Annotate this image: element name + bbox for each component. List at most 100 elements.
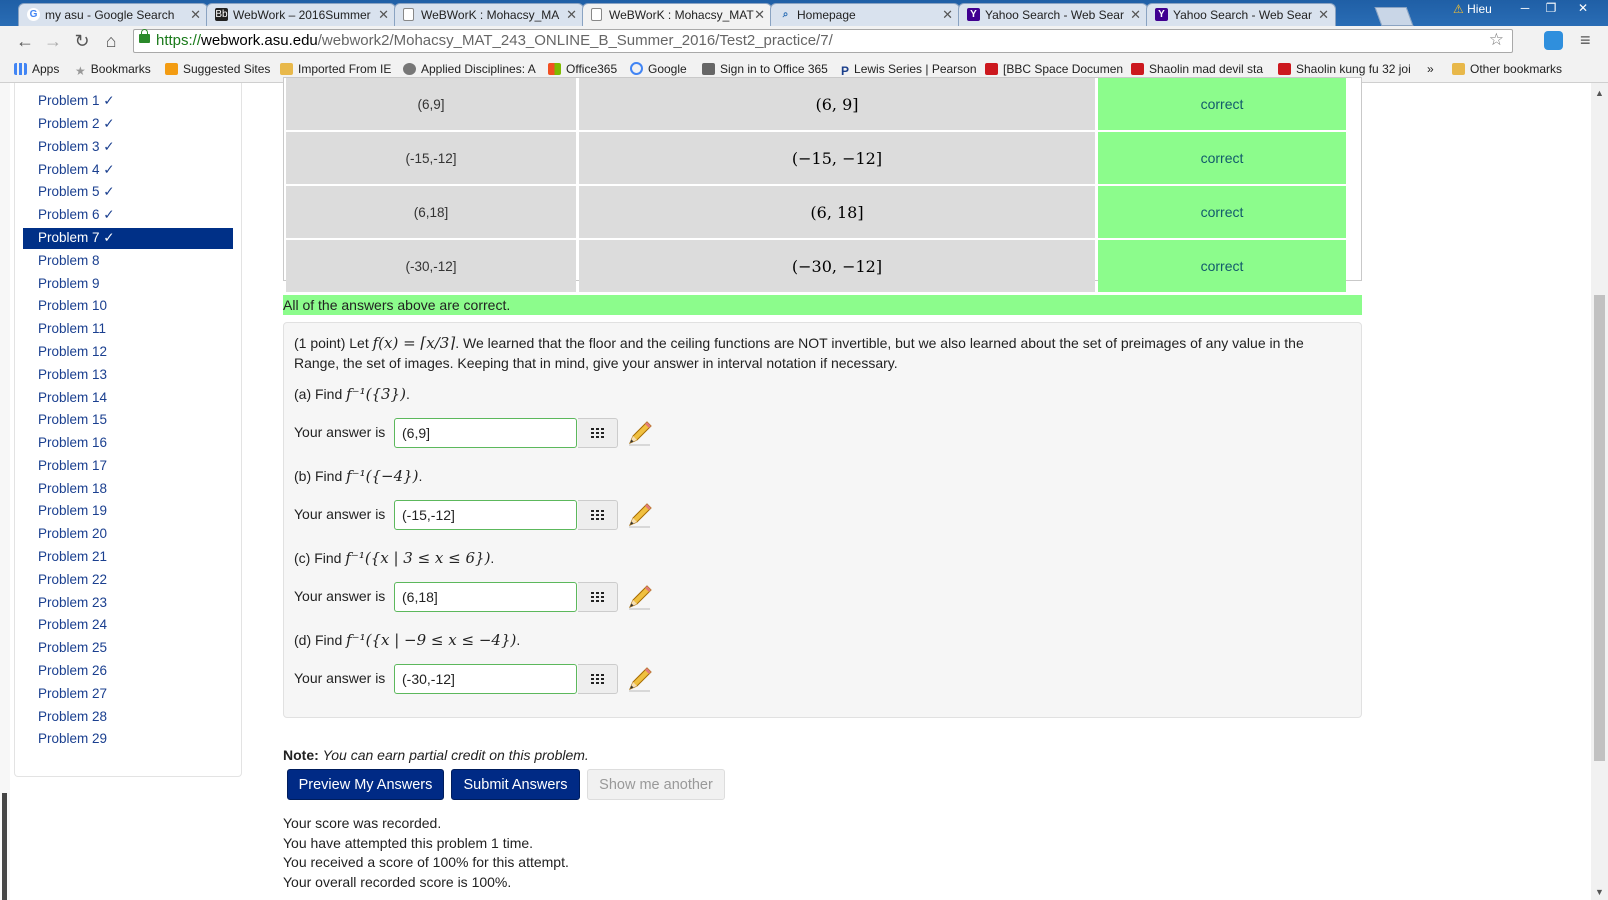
restore-icon[interactable]: ❐ <box>1538 0 1564 18</box>
tab-yahoo-search-2[interactable]: Y Yahoo Search - Web Sear ✕ <box>1146 3 1336 26</box>
sidebar-item-problem-7[interactable]: Problem 7 ✓ <box>23 228 233 249</box>
entered-answer: (-30,-12] <box>286 240 576 292</box>
bookmark-apps[interactable]: Apps <box>14 62 59 76</box>
answer-d-input[interactable] <box>394 664 577 694</box>
menu-icon[interactable]: ≡ <box>1580 31 1596 49</box>
grid-icon <box>590 428 604 438</box>
bookmark-label: Google <box>648 62 687 76</box>
answer-c-input[interactable] <box>394 582 577 612</box>
sidebar-item-problem-3[interactable]: Problem 3 ✓ <box>23 137 233 158</box>
close-window-icon[interactable]: ✕ <box>1568 0 1598 18</box>
answer-a-input[interactable] <box>394 418 577 448</box>
bookmark-bookmarks[interactable]: ★ Bookmarks <box>75 62 151 78</box>
sidebar-item-problem-28[interactable]: Problem 28 <box>23 707 233 728</box>
sidebar-item-problem-29[interactable]: Problem 29 <box>23 729 233 750</box>
equation-editor-button[interactable] <box>578 664 618 694</box>
pencil-icon[interactable] <box>626 665 654 693</box>
tab-webwork-2016summer[interactable]: Bb WebWork – 2016Summer ✕ <box>206 3 396 26</box>
bookmark-star-icon[interactable]: ☆ <box>1489 30 1504 50</box>
close-tab-icon[interactable]: ✕ <box>942 7 953 23</box>
sidebar-item-problem-6[interactable]: Problem 6 ✓ <box>23 205 233 226</box>
new-tab-button[interactable] <box>1374 7 1414 26</box>
sidebar-item-problem-22[interactable]: Problem 22 <box>23 570 233 591</box>
sidebar-item-problem-26[interactable]: Problem 26 <box>23 661 233 682</box>
sidebar-item-problem-20[interactable]: Problem 20 <box>23 524 233 545</box>
show-another-button[interactable]: Show me another <box>587 769 725 800</box>
preview-answers-button[interactable]: Preview My Answers <box>287 769 444 800</box>
reload-icon[interactable]: ↻ <box>71 30 93 52</box>
bookmark-sign-in-office365[interactable]: Sign in to Office 365 <box>702 62 828 76</box>
bookmark-bbc-space[interactable]: [BBC Space Documen <box>985 62 1123 76</box>
results-table: (6,9] (6, 9] correct (-15,-12] (−15, −12… <box>283 77 1362 292</box>
bookmark-lewis-series[interactable]: P Lewis Series | Pearson <box>841 62 977 78</box>
bookmark-office365[interactable]: Office365 <box>548 62 617 76</box>
sidebar-item-problem-25[interactable]: Problem 25 <box>23 638 233 659</box>
close-tab-icon[interactable]: ✕ <box>754 7 765 23</box>
sidebar-item-problem-18[interactable]: Problem 18 <box>23 479 233 500</box>
tab-homepage[interactable]: ⌕ Homepage ✕ <box>770 3 960 26</box>
sidebar-item-problem-10[interactable]: Problem 10 <box>23 296 233 317</box>
sidebar-item-problem-27[interactable]: Problem 27 <box>23 684 233 705</box>
equation-editor-button[interactable] <box>578 500 618 530</box>
sidebar-item-problem-13[interactable]: Problem 13 <box>23 365 233 386</box>
problem-statement: (1 point) Let f(x) = ⌈x/3⌉. We learned t… <box>294 333 1344 373</box>
sidebar-item-problem-4[interactable]: Problem 4 ✓ <box>23 160 233 181</box>
pencil-icon[interactable] <box>626 419 654 447</box>
bookmark-shaolin-mad-devil[interactable]: Shaolin mad devil sta <box>1131 62 1263 76</box>
tab-webwork-mohacsy-1[interactable]: WeBWorK : Mohacsy_MA ✕ <box>394 3 584 26</box>
bookmark-imported-from-ie[interactable]: Imported From IE <box>280 62 391 76</box>
sidebar-item-problem-23[interactable]: Problem 23 <box>23 593 233 614</box>
url-host: webwork.asu.edu <box>201 32 318 49</box>
close-tab-icon[interactable]: ✕ <box>190 7 201 23</box>
tab-my-asu-google-search[interactable]: G my asu - Google Search ✕ <box>18 3 208 26</box>
tab-webwork-mohacsy-active[interactable]: WeBWorK : Mohacsy_MAT ✕ <box>582 3 772 26</box>
scroll-up-arrow-icon[interactable]: ▲ <box>1595 88 1604 98</box>
close-tab-icon[interactable]: ✕ <box>1318 7 1329 23</box>
sidebar-item-problem-9[interactable]: Problem 9 <box>23 274 233 295</box>
sidebar-item-problem-21[interactable]: Problem 21 <box>23 547 233 568</box>
bookmarks-overflow[interactable]: » <box>1427 62 1434 76</box>
bookmark-google[interactable]: Google <box>630 62 687 76</box>
close-tab-icon[interactable]: ✕ <box>378 7 389 23</box>
equation-editor-button[interactable] <box>578 418 618 448</box>
sidebar-item-problem-24[interactable]: Problem 24 <box>23 615 233 636</box>
sidebar-item-problem-15[interactable]: Problem 15 <box>23 410 233 431</box>
bookmark-label: Shaolin kung fu 32 joi <box>1296 62 1411 76</box>
bookmark-applied-disciplines[interactable]: Applied Disciplines: A <box>403 62 536 76</box>
scroll-down-arrow-icon[interactable]: ▼ <box>1595 887 1604 897</box>
profile-button[interactable]: ⚠ Hieu <box>1453 2 1492 16</box>
sidebar-item-problem-8[interactable]: Problem 8 <box>23 251 233 272</box>
pencil-icon[interactable] <box>626 583 654 611</box>
tab-yahoo-search-1[interactable]: Y Yahoo Search - Web Sear ✕ <box>958 3 1148 26</box>
sidebar-item-problem-19[interactable]: Problem 19 <box>23 501 233 522</box>
sidebar-item-problem-14[interactable]: Problem 14 <box>23 388 233 409</box>
forward-icon[interactable]: → <box>42 30 64 52</box>
sidebar-item-problem-12[interactable]: Problem 12 <box>23 342 233 363</box>
sidebar-item-problem-17[interactable]: Problem 17 <box>23 456 233 477</box>
answer-b-input[interactable] <box>394 500 577 530</box>
search-icon: ⌕ <box>782 9 789 20</box>
bookmark-suggested-sites[interactable]: Suggested Sites <box>165 62 270 76</box>
back-icon[interactable]: ← <box>14 30 36 52</box>
extension-icon[interactable] <box>1544 31 1563 50</box>
warning-icon: ⚠ <box>1453 2 1464 16</box>
sidebar-item-problem-16[interactable]: Problem 16 <box>23 433 233 454</box>
sidebar-item-problem-1[interactable]: Problem 1 ✓ <box>23 91 233 112</box>
close-tab-icon[interactable]: ✕ <box>1130 7 1141 23</box>
lock-icon <box>139 29 150 43</box>
bookmark-other-bookmarks[interactable]: Other bookmarks <box>1452 62 1562 76</box>
address-bar[interactable]: https://webwork.asu.edu/webwork2/Mohacsy… <box>133 29 1513 53</box>
bookmark-label: Imported From IE <box>298 62 392 76</box>
submit-answers-button[interactable]: Submit Answers <box>451 769 580 800</box>
pencil-icon[interactable] <box>626 501 654 529</box>
sidebar-item-problem-2[interactable]: Problem 2 ✓ <box>23 114 233 135</box>
result-status: correct <box>1098 132 1346 184</box>
minimize-icon[interactable]: ─ <box>1512 0 1538 18</box>
bookmark-shaolin-kung-fu[interactable]: Shaolin kung fu 32 joi <box>1278 62 1411 76</box>
home-icon[interactable]: ⌂ <box>100 30 122 52</box>
close-tab-icon[interactable]: ✕ <box>566 7 577 23</box>
scrollbar-thumb[interactable] <box>1594 295 1605 761</box>
equation-editor-button[interactable] <box>578 582 618 612</box>
sidebar-item-problem-11[interactable]: Problem 11 <box>23 319 233 340</box>
sidebar-item-problem-5[interactable]: Problem 5 ✓ <box>23 182 233 203</box>
